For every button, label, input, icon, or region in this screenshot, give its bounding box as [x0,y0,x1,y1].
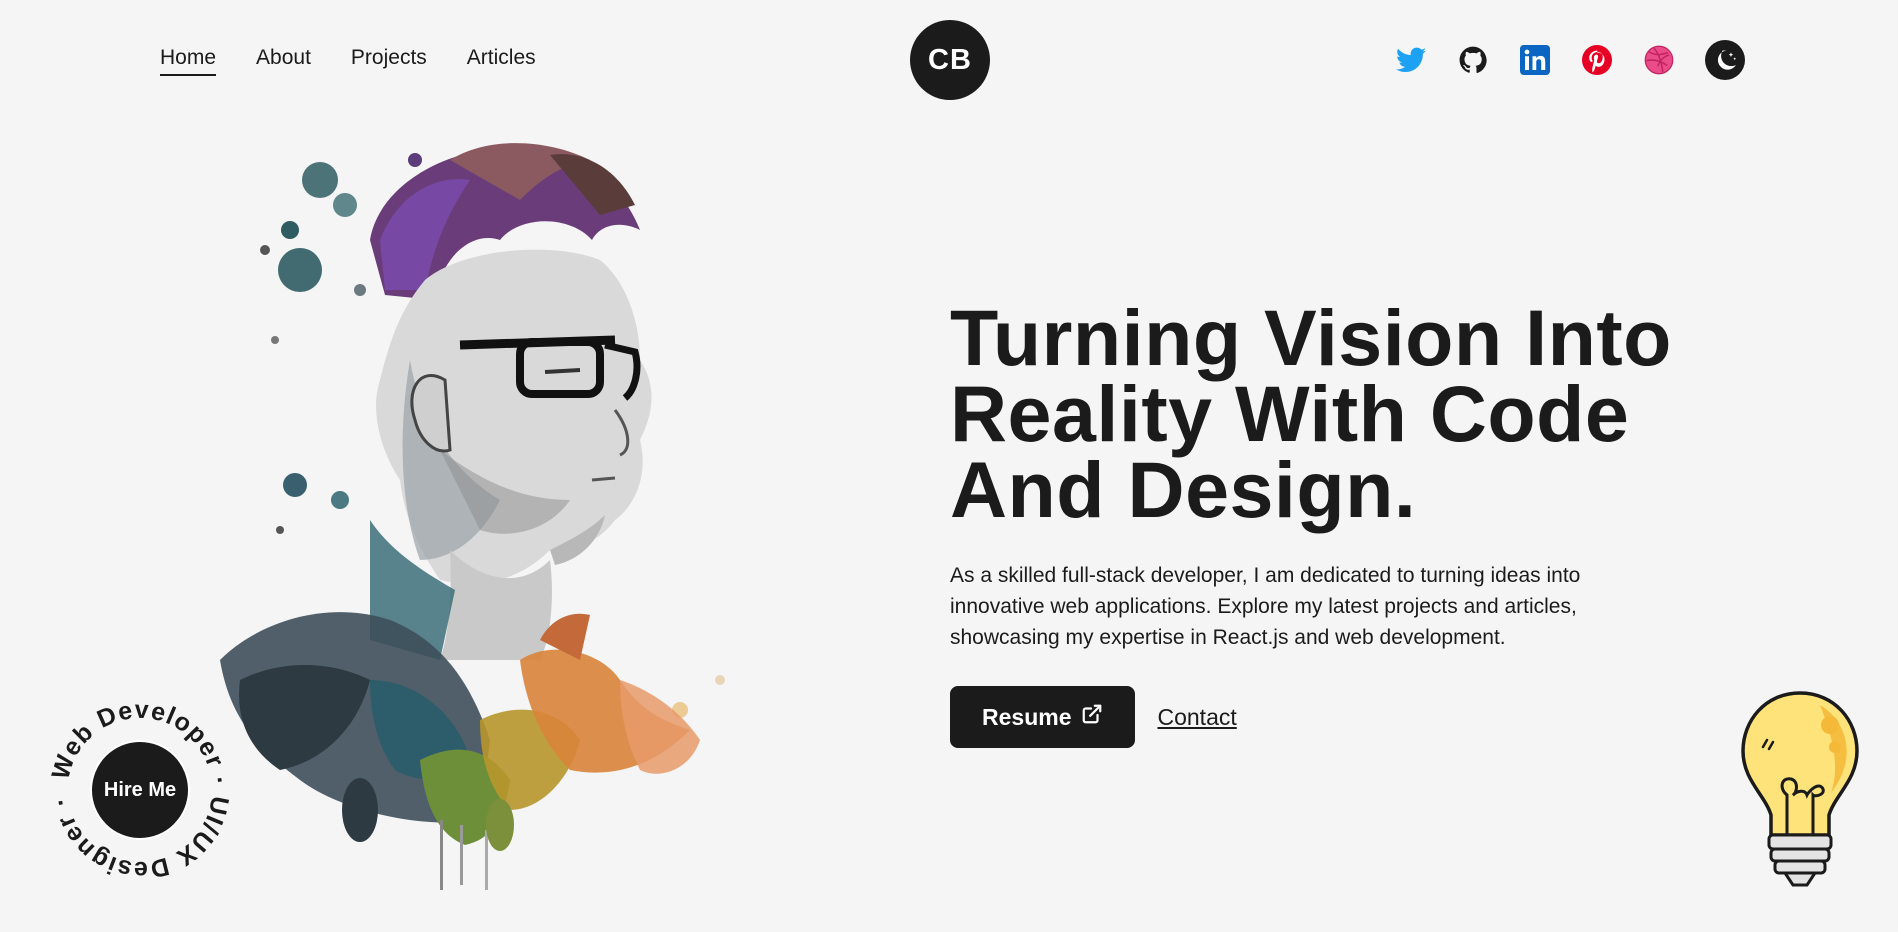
nav-links: Home About Projects Articles [160,46,536,76]
developer-portrait-illustration [220,120,800,910]
top-navigation: Home About Projects Articles CB [0,0,1898,120]
logo-badge[interactable]: CB [910,20,990,100]
twitter-icon[interactable] [1395,44,1427,76]
hire-me-badge: Web Developer · UI/UX Designer · Hire Me [46,696,233,884]
github-icon[interactable] [1457,44,1489,76]
external-link-icon [1081,703,1103,731]
nav-about-link[interactable]: About [256,46,311,76]
nav-home-link[interactable]: Home [160,46,217,76]
nav-articles-link[interactable]: Articles [467,46,536,76]
moon-icon[interactable] [1705,40,1745,80]
pinterest-icon[interactable] [1581,44,1613,76]
dribbble-icon[interactable] [1643,44,1675,76]
linkedin-icon[interactable] [1519,44,1551,76]
hire-me-button[interactable]: Hire Me [90,740,190,840]
headline-line-3: And Design. [950,445,1417,534]
social-links [1395,40,1745,80]
lightbulb-illustration [1735,685,1865,895]
nav-projects-link[interactable]: Projects [351,46,427,76]
hero-section: Turning Vision Into Reality With Code An… [950,298,1750,748]
resume-button-label: Resume [982,703,1072,730]
resume-button[interactable]: Resume [950,686,1136,748]
contact-link[interactable]: Contact [1157,704,1236,731]
hero-actions: Resume Contact [950,686,1750,748]
hero-headline: Turning Vision Into Reality With Code An… [950,298,1750,529]
hero-description: As a skilled full-stack developer, I am … [950,564,1581,649]
